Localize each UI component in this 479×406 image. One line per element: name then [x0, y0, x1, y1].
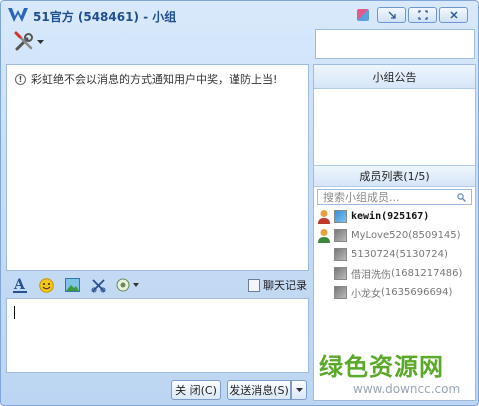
- text-caret: [14, 306, 15, 319]
- avatar: [334, 229, 347, 242]
- search-icon[interactable]: [457, 192, 466, 202]
- title-bar[interactable]: 51官方 (548461) - 小组: [1, 1, 478, 29]
- system-notice: ! 彩虹绝不会以消息的方式通知用户中奖，谨防上当!: [15, 71, 277, 87]
- tools-icon: [14, 31, 33, 51]
- maximize-icon: [417, 10, 428, 20]
- window-controls: [357, 7, 468, 23]
- close-icon: [449, 11, 458, 19]
- member-item[interactable]: kewin (925167): [314, 207, 475, 226]
- member-search-input[interactable]: [323, 190, 443, 204]
- notice-text: 彩虹绝不会以消息的方式通知用户中奖，谨防上当!: [31, 73, 278, 86]
- chevron-down-icon: [295, 387, 303, 392]
- avatar: [334, 248, 347, 261]
- member-name: MyLove520: [351, 230, 409, 241]
- minimize-button[interactable]: [377, 7, 406, 23]
- avatar: [334, 286, 347, 299]
- more-tools-icon[interactable]: [116, 277, 140, 293]
- maximize-button[interactable]: [408, 7, 437, 23]
- history-icon: [248, 278, 260, 292]
- skin-icon[interactable]: [357, 9, 369, 21]
- admin-icon: [317, 228, 331, 243]
- member-id: (5130724): [395, 249, 448, 260]
- no-role-icon: [317, 247, 331, 262]
- announcement-body: [314, 89, 475, 165]
- send-button[interactable]: 发送消息(S): [227, 380, 291, 400]
- picture-icon[interactable]: [64, 277, 80, 293]
- watermark-url: www.downcc.com: [353, 382, 461, 396]
- tools-menu-button[interactable]: [13, 31, 44, 53]
- watermark: 绿色资源网 www.downcc.com: [319, 347, 469, 397]
- member-item[interactable]: 小龙女 (1635696694): [314, 283, 475, 302]
- screenshot-icon[interactable]: [90, 277, 106, 293]
- members-header: 成员列表(1/5): [314, 165, 475, 187]
- message-history[interactable]: ! 彩虹绝不会以消息的方式通知用户中奖，谨防上当!: [6, 64, 309, 271]
- member-list: kewin (925167) MyLove520 (8509145) 5130724 (5…: [314, 207, 475, 302]
- chevron-down-icon: [37, 39, 44, 44]
- chat-history-button[interactable]: 聊天记录: [248, 277, 307, 293]
- close-button[interactable]: 关 闭(C): [171, 380, 221, 400]
- avatar: [334, 210, 347, 223]
- member-id: (1681217486): [391, 268, 463, 279]
- ad-banner: [315, 29, 475, 59]
- avatar: [334, 267, 347, 280]
- font-icon[interactable]: A: [12, 277, 28, 293]
- info-icon: !: [15, 73, 26, 85]
- emoticon-icon[interactable]: [38, 277, 54, 293]
- member-item[interactable]: 借泪洗伤 (1681217486): [314, 264, 475, 283]
- member-item[interactable]: MyLove520 (8509145): [314, 226, 475, 245]
- member-item[interactable]: 5130724 (5130724): [314, 245, 475, 264]
- member-id: (925167): [381, 211, 430, 222]
- member-id: (1635696694): [381, 287, 453, 298]
- history-label: 聊天记录: [263, 279, 307, 292]
- window-title: 51官方 (548461) - 小组: [33, 10, 177, 24]
- send-options-button[interactable]: [291, 380, 307, 400]
- admin-icon: [317, 209, 331, 224]
- format-toolbar: A 聊天记录: [6, 273, 309, 297]
- close-window-button[interactable]: [439, 7, 468, 23]
- no-role-icon: [317, 266, 331, 281]
- member-id: (8509145): [408, 230, 461, 241]
- member-search[interactable]: [317, 189, 472, 205]
- watermark-text: 绿色资源网: [319, 353, 444, 381]
- member-name: 借泪洗伤: [351, 270, 391, 281]
- no-role-icon: [317, 285, 331, 300]
- message-input[interactable]: [6, 298, 309, 373]
- app-logo-icon: [8, 8, 28, 22]
- svg-text:A: A: [13, 277, 26, 293]
- member-name: kewin: [351, 211, 382, 222]
- minimize-icon: [388, 11, 396, 19]
- announcement-header: 小组公告: [314, 65, 475, 89]
- member-name: 小龙女: [351, 289, 381, 300]
- chat-window: 51官方 (548461) - 小组 ! 彩虹绝不会以消息的方式通知用户中奖，谨…: [0, 0, 479, 406]
- member-name: 5130724: [351, 249, 396, 260]
